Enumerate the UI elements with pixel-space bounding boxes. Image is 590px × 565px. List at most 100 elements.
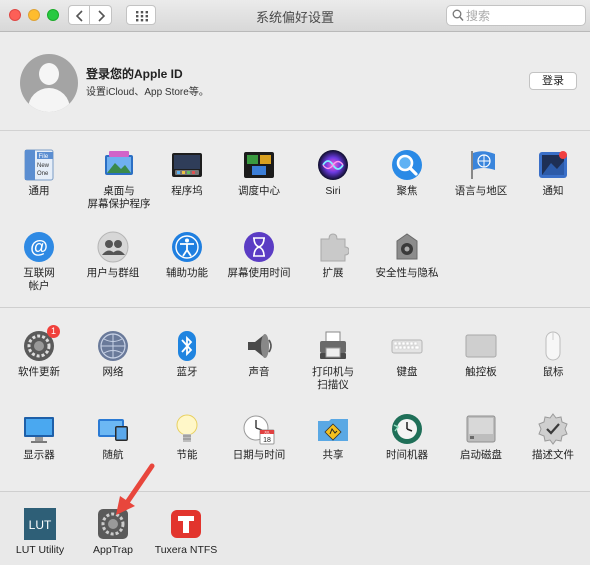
pref-bluetooth[interactable]: 蓝牙 [150, 330, 224, 379]
pref-label: Siri [325, 185, 341, 197]
personal-prefs-section: File New One 通用 桌面与 屏幕保护程序 程序坞 调度中心 Siri… [0, 131, 590, 308]
pref-label: 软件更新 [18, 366, 60, 378]
time-machine-icon [391, 413, 423, 445]
users-groups-icon [97, 231, 129, 263]
pref-printers-scanners[interactable]: 打印机与 扫描仪 [296, 330, 370, 392]
pref-label: 调度中心 [238, 185, 280, 197]
pref-trackpad[interactable]: 触控板 [444, 330, 518, 379]
network-icon [97, 330, 129, 362]
pref-energy-saver[interactable]: 节能 [150, 413, 224, 462]
date-time-icon: JUL 18 [243, 413, 275, 445]
trackpad-icon [465, 330, 497, 362]
sharing-icon [317, 413, 349, 445]
svg-text:One: One [37, 171, 49, 177]
extensions-icon [317, 231, 350, 263]
mission-control-icon [243, 149, 275, 181]
pref-software-update[interactable]: 1 软件更新 [2, 325, 76, 379]
security-privacy-icon [391, 231, 423, 263]
pref-label: 鼠标 [542, 366, 564, 378]
pref-label: 显示器 [23, 449, 55, 461]
pref-date-time[interactable]: JUL 18 日期与时间 [222, 413, 296, 462]
pref-security-privacy[interactable]: 安全性与隐私 [370, 231, 444, 280]
sidecar-icon [97, 413, 129, 445]
pref-label: LUT Utility [15, 544, 65, 556]
lut-utility-icon: LUT [24, 508, 56, 540]
pref-label: 描述文件 [532, 449, 574, 461]
pref-dock[interactable]: 程序坞 [150, 149, 224, 198]
pref-mouse[interactable]: 鼠标 [516, 330, 590, 379]
pref-notifications[interactable]: 通知 [516, 149, 590, 198]
pref-mission-control[interactable]: 调度中心 [222, 149, 296, 198]
avatar [20, 54, 78, 112]
pref-profiles[interactable]: 描述文件 [516, 413, 590, 462]
software-update-icon: 1 [23, 325, 60, 362]
svg-text:@: @ [30, 237, 48, 257]
pref-label: 通知 [542, 185, 564, 197]
pref-desktop-screensaver[interactable]: 桌面与 屏幕保护程序 [82, 149, 156, 211]
pref-time-machine[interactable]: 时间机器 [370, 413, 444, 462]
svg-text:18: 18 [263, 437, 271, 444]
internet-accounts-icon: @ [23, 231, 55, 263]
pref-accessibility[interactable]: 辅助功能 [150, 231, 224, 280]
pref-sidecar[interactable]: 随航 [76, 413, 150, 462]
language-region-icon [465, 149, 497, 181]
pref-label: Tuxera NTFS [154, 544, 218, 556]
search-icon [452, 9, 464, 21]
pref-label: 键盘 [396, 366, 418, 378]
svg-text:File: File [39, 154, 49, 160]
search-input[interactable] [466, 7, 581, 24]
pref-general[interactable]: File New One 通用 [2, 149, 76, 198]
pref-siri[interactable]: Siri [296, 149, 370, 198]
bluetooth-icon [171, 330, 203, 362]
pref-startup-disk[interactable]: 启动磁盘 [444, 413, 518, 462]
apple-id-banner: 登录您的Apple ID 设置iCloud、App Store等。 登录 [0, 33, 590, 131]
desktop-icon [103, 149, 135, 181]
pref-label: 语言与地区 [454, 185, 508, 197]
pref-extensions[interactable]: 扩展 [296, 231, 370, 280]
tuxera-ntfs-icon [170, 508, 202, 540]
energy-saver-icon [171, 413, 203, 445]
pref-sound[interactable]: 声音 [222, 330, 296, 379]
pref-label: 扩展 [322, 267, 344, 279]
pref-lut-utility[interactable]: LUT LUT Utility [3, 508, 77, 557]
pref-label: 用户与群组 [86, 267, 140, 279]
pref-label: 安全性与隐私 [375, 267, 439, 279]
pref-label: 辅助功能 [166, 267, 208, 279]
pref-label: 时间机器 [386, 449, 428, 461]
pref-label: 网络 [102, 366, 124, 378]
sign-in-button[interactable]: 登录 [529, 72, 577, 90]
pref-label: 蓝牙 [176, 366, 198, 378]
search-field[interactable] [446, 5, 586, 26]
pref-displays[interactable]: 显示器 [2, 413, 76, 462]
pref-screen-time[interactable]: 屏幕使用时间 [222, 231, 296, 280]
pref-label: 程序坞 [171, 185, 203, 197]
pref-label: 日期与时间 [232, 449, 286, 461]
update-count-badge: 1 [47, 325, 60, 338]
pref-label: 触控板 [465, 366, 497, 378]
dock-icon [171, 149, 203, 181]
pref-internet-accounts[interactable]: @ 互联网 帐户 [2, 231, 76, 293]
title-bar: 系统偏好设置 [0, 0, 590, 32]
pref-label: 通用 [28, 185, 50, 197]
pref-label: 桌面与 屏幕保护程序 [87, 185, 151, 210]
pref-language-region[interactable]: 语言与地区 [444, 149, 518, 198]
pref-network[interactable]: 网络 [76, 330, 150, 379]
displays-icon [23, 413, 55, 445]
printers-scanners-icon [317, 330, 349, 362]
pref-label: 互联网 帐户 [23, 267, 55, 292]
startup-disk-icon [465, 413, 497, 445]
pref-keyboard[interactable]: 键盘 [370, 330, 444, 379]
pref-users-groups[interactable]: 用户与群组 [76, 231, 150, 280]
pref-spotlight[interactable]: 聚焦 [370, 149, 444, 198]
svg-text:New: New [37, 163, 50, 169]
annotation-arrow-icon [116, 463, 155, 515]
notifications-icon [537, 149, 569, 181]
mouse-icon [537, 330, 569, 362]
other-prefs-section: LUT LUT Utility AppTrap Tuxera NTFS [0, 492, 590, 565]
pref-tuxera-ntfs[interactable]: Tuxera NTFS [149, 508, 223, 557]
pref-label: 节能 [176, 449, 198, 461]
pref-sharing[interactable]: 共享 [296, 413, 370, 462]
general-icon: File New One [23, 149, 55, 181]
siri-icon [317, 149, 349, 181]
sound-icon [243, 330, 275, 362]
